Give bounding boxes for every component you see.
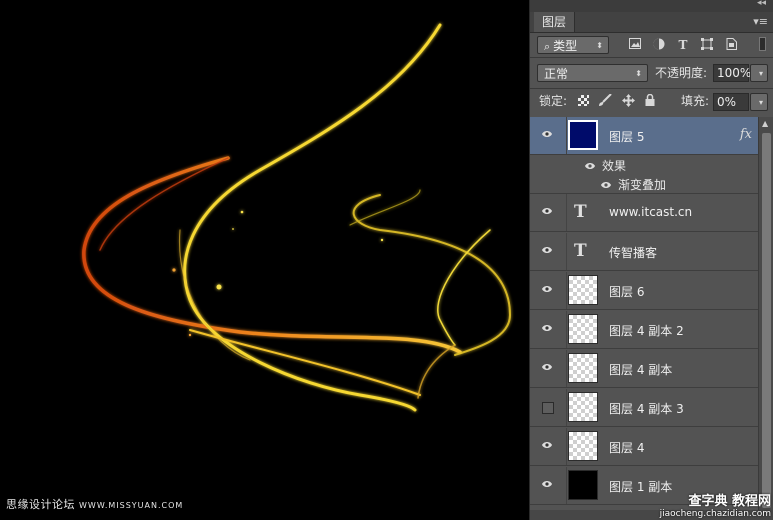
layer-row-layer-4[interactable]: 图层 4 [530, 428, 758, 466]
eye-icon [542, 441, 552, 451]
gradient-overlay-label: 渐变叠加 [618, 178, 667, 192]
lock-transparent-pixels-icon[interactable] [576, 95, 590, 109]
lock-all-padlock-icon[interactable] [643, 93, 657, 108]
lock-image-pixels-brush-icon[interactable] [598, 93, 612, 108]
visibility-toggle[interactable] [530, 117, 567, 154]
document-canvas[interactable]: 思缘设计论坛 WWW.MISSYUAN.COM [0, 0, 529, 520]
layer-name: 图层 4 副本 3 [609, 402, 684, 416]
shape-filter-icon[interactable] [700, 38, 714, 52]
layer-row-www-itcast[interactable]: T www.itcast.cn [530, 194, 758, 232]
fill-slider-button[interactable]: ▾ [750, 93, 768, 111]
adjustment-filter-icon[interactable] [652, 38, 666, 52]
image-filter-icon[interactable] [628, 38, 642, 52]
lock-row: 锁定: 填充: 0% ▾ [530, 89, 773, 116]
layer-name: www.itcast.cn [609, 205, 693, 219]
eye-icon [542, 130, 552, 140]
filter-kind-dropdown[interactable]: ⌕ 类型 ⬍ [537, 36, 609, 54]
layer-row-layer-4-copy-3[interactable]: 图层 4 副本 3 [530, 389, 758, 427]
eye-icon[interactable] [585, 159, 595, 173]
gradient-overlay-effect-row[interactable]: 渐变叠加 [530, 174, 758, 194]
light-streaks-artwork [82, 23, 512, 412]
opacity-label: 不透明度: [655, 66, 708, 80]
layers-scrollbar[interactable]: ▲ [758, 117, 773, 520]
hidden-visibility-box [542, 402, 554, 414]
scroll-up-arrow-icon[interactable]: ▲ [762, 119, 768, 128]
layer-name: 图层 6 [609, 285, 645, 299]
tab-layers[interactable]: 图层 [534, 12, 576, 32]
layer-row-layer-4-copy[interactable]: 图层 4 副本 [530, 350, 758, 388]
visibility-toggle[interactable] [530, 350, 567, 387]
filter-row: ⌕ 类型 ⬍ T [530, 32, 773, 57]
layer-thumbnail [568, 275, 598, 305]
effects-row[interactable]: 效果 [530, 155, 758, 174]
layer-thumbnail [568, 353, 598, 383]
fx-icon[interactable]: fx [740, 127, 752, 142]
scrollbar-thumb[interactable] [762, 133, 771, 508]
eye-icon [542, 480, 552, 490]
layer-thumbnail [568, 431, 598, 461]
dropdown-arrows-icon: ⬍ [635, 69, 642, 78]
blend-mode-dropdown[interactable]: 正常 ⬍ [537, 64, 648, 82]
panel-menu-icon[interactable]: ▾≡ [753, 15, 768, 28]
visibility-toggle[interactable] [530, 428, 567, 465]
dropdown-arrows-icon: ⬍ [596, 41, 603, 50]
fill-input[interactable]: 0% [713, 93, 749, 111]
filter-toggle-switch[interactable] [759, 37, 766, 51]
eye-icon [542, 285, 552, 295]
visibility-toggle[interactable] [530, 389, 567, 426]
opacity-slider-button[interactable]: ▾ [750, 64, 768, 82]
search-icon: ⌕ [544, 40, 551, 53]
layer-thumbnail [568, 120, 598, 150]
eye-icon [542, 246, 552, 256]
layer-name: 图层 4 副本 2 [609, 324, 684, 338]
eye-icon [542, 207, 552, 217]
layer-name: 图层 4 [609, 441, 645, 455]
fill-label: 填充: [681, 94, 710, 108]
visibility-toggle[interactable] [530, 311, 567, 348]
layer-name: 图层 5 [609, 130, 645, 144]
layer-name: 图层 4 副本 [609, 363, 673, 377]
layer-thumbnail [568, 314, 598, 344]
layer-row-layer-6[interactable]: 图层 6 [530, 272, 758, 310]
panel-top-strip: ◂◂ [530, 0, 773, 12]
watermark-missyuan: 思缘设计论坛 WWW.MISSYUAN.COM [6, 498, 184, 511]
layer-name: 传智播客 [609, 246, 658, 260]
type-filter-icon[interactable]: T [676, 38, 690, 52]
smart-object-filter-icon[interactable] [724, 38, 738, 52]
text-layer-icon: T [574, 241, 587, 261]
layer-thumbnail [568, 470, 598, 500]
eye-icon [542, 363, 552, 373]
visibility-toggle[interactable] [530, 467, 567, 504]
eye-icon[interactable] [601, 178, 611, 192]
layer-thumbnail [568, 392, 598, 422]
layer-row-chuanzhi[interactable]: T 传智播客 [530, 233, 758, 271]
text-layer-icon: T [574, 202, 587, 222]
collapse-arrows-icon[interactable]: ◂◂ [757, 0, 766, 8]
visibility-toggle[interactable] [530, 194, 567, 231]
effects-label: 效果 [602, 159, 627, 173]
watermark-chazidian: 查字典 教程网 jiaocheng.chazidian.com [659, 494, 771, 519]
layers-panel: ◂◂ 图层 ▾≡ ⌕ 类型 ⬍ T 正常 ⬍ 不透明度: 100% ▾ 锁定: … [529, 0, 773, 520]
eye-icon [542, 324, 552, 334]
lock-label: 锁定: [539, 94, 568, 108]
layer-row-layer-5[interactable]: 图层 5 fx [530, 117, 758, 155]
visibility-toggle[interactable] [530, 272, 567, 309]
lock-position-move-icon[interactable] [621, 94, 635, 108]
layer-row-layer-4-copy-2[interactable]: 图层 4 副本 2 [530, 311, 758, 349]
layers-list: 图层 5 fx 效果 渐变叠加 T www.itcast.cn T 传智播客 图… [530, 117, 758, 520]
opacity-input[interactable]: 100% [713, 64, 751, 82]
panel-tab-row: 图层 ▾≡ [530, 12, 773, 33]
visibility-toggle[interactable] [530, 233, 567, 270]
blend-row: 正常 ⬍ 不透明度: 100% ▾ [530, 58, 773, 88]
